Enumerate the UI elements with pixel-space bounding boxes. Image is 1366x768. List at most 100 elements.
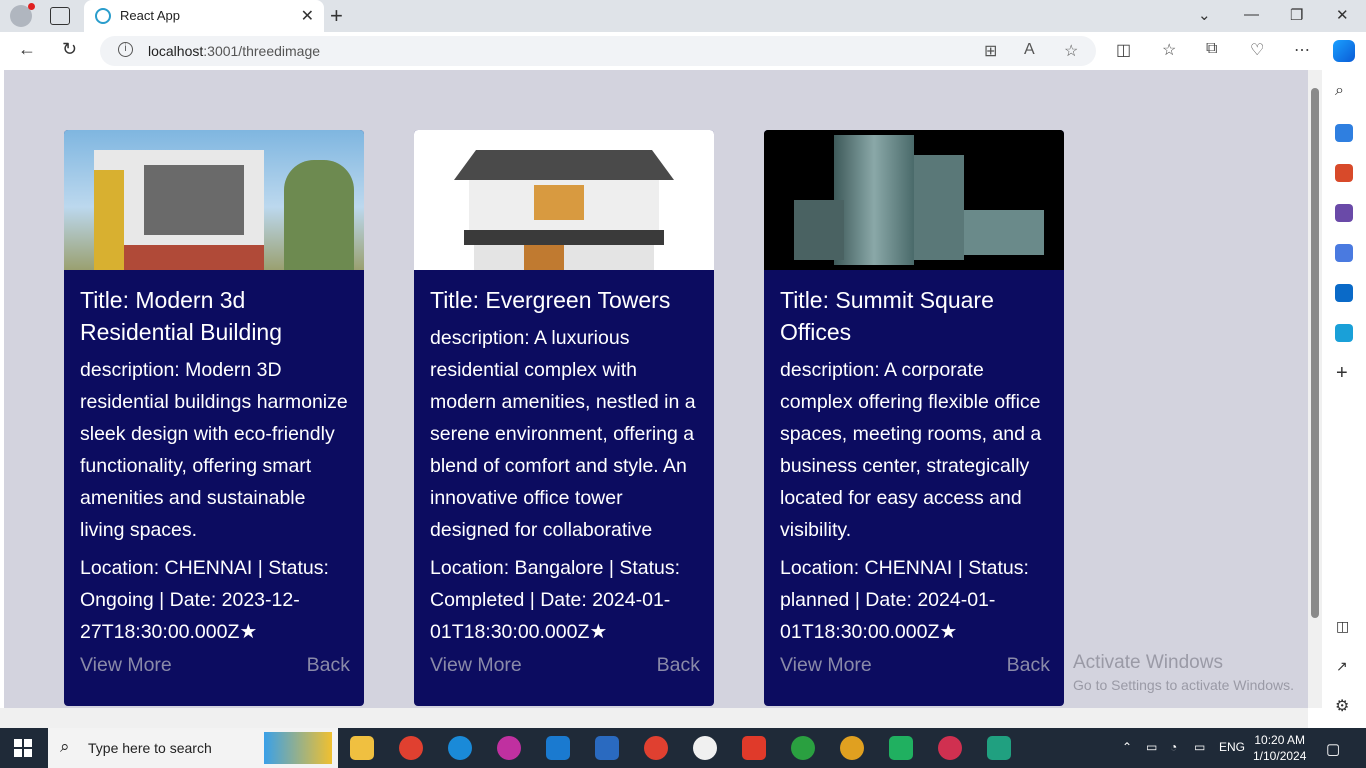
browser-titlebar: React App ✕ + ⌄ — ❐ ✕: [0, 0, 1366, 32]
edge-icon[interactable]: [448, 736, 472, 760]
sidebar-toggle-icon[interactable]: ◫: [1336, 618, 1349, 635]
back-arrow-icon[interactable]: ←: [18, 39, 36, 60]
card-body: Title: Summit Square Offices description…: [780, 284, 1050, 686]
address-bar-row: ← ↻ i localhost:3001/threedimage ⊞ A ☆ ◫…: [0, 32, 1366, 70]
git-icon[interactable]: [742, 736, 766, 760]
wifi-icon[interactable]: ◔: [1170, 740, 1177, 754]
browser-tab[interactable]: React App ✕: [84, 0, 324, 32]
tab-list-chevron-icon[interactable]: ⌄: [1198, 6, 1211, 24]
read-aloud-icon[interactable]: A: [1024, 41, 1035, 59]
card-title: Title: Evergreen Towers: [430, 287, 671, 313]
outlook-icon[interactable]: [1335, 284, 1353, 302]
drop-icon[interactable]: [1335, 324, 1353, 342]
close-window-icon[interactable]: ✕: [1336, 6, 1349, 24]
tab-actions-icon[interactable]: [50, 7, 70, 25]
wps-icon[interactable]: [497, 736, 521, 760]
settings-gear-icon[interactable]: ⚙: [1335, 696, 1349, 716]
clock-time: 10:20 AM: [1254, 733, 1306, 747]
view-more-link[interactable]: View More: [780, 654, 872, 677]
card-meta: Location: Bangalore | Status: Completed …: [430, 557, 681, 643]
card-description: description: A luxurious residential com…: [430, 327, 696, 541]
star-icon[interactable]: ★: [939, 621, 957, 643]
project-image: [64, 130, 364, 270]
notifications-icon[interactable]: ▢: [1326, 740, 1340, 758]
tab-close-icon[interactable]: ✕: [301, 6, 314, 26]
site-info-icon[interactable]: i: [118, 42, 133, 57]
taskbar-clock[interactable]: 10:20 AM 1/10/2024: [1253, 732, 1306, 764]
chrome-profile-icon[interactable]: [644, 736, 668, 760]
store-icon[interactable]: [595, 736, 619, 760]
card-meta: Location: CHENNAI | Status: Ongoing | Da…: [80, 557, 329, 643]
search-highlight-icon: [264, 732, 332, 764]
windows-taskbar: ⌕ Type here to search ⌃ ▭ ◔ ▭ ENG 10:20 …: [0, 728, 1366, 768]
tab-title: React App: [120, 8, 180, 23]
start-windows-icon[interactable]: [14, 739, 32, 757]
open-external-icon[interactable]: ↗: [1336, 658, 1348, 675]
battery-icon[interactable]: ▭: [1194, 740, 1205, 754]
tools-icon[interactable]: [1335, 164, 1353, 182]
chrome-icon[interactable]: [399, 736, 423, 760]
scrollbar-thumb[interactable]: [1311, 88, 1319, 618]
more-menu-icon[interactable]: ⋯: [1294, 40, 1310, 60]
cube-app-icon[interactable]: [889, 736, 913, 760]
card-title: Title: Summit Square Offices: [780, 287, 994, 345]
activate-windows-watermark: Activate Windows Go to Settings to activ…: [1073, 652, 1294, 693]
profile-avatar-icon[interactable]: [10, 3, 35, 27]
back-link[interactable]: Back: [1007, 654, 1050, 677]
watermark-line-2: Go to Settings to activate Windows.: [1073, 677, 1294, 693]
tray-chevron-icon[interactable]: ⌃: [1122, 740, 1132, 754]
view-more-link[interactable]: View More: [80, 654, 172, 677]
vscode-icon[interactable]: [546, 736, 570, 760]
favorite-star-icon[interactable]: ☆: [1064, 41, 1078, 61]
react-favicon-icon: [95, 8, 111, 24]
project-card: Title: Modern 3d Residential Building de…: [64, 130, 364, 706]
card-title: Title: Modern 3d Residential Building: [80, 287, 283, 345]
chrome-m2-icon[interactable]: [938, 736, 962, 760]
view-more-link[interactable]: View More: [430, 654, 522, 677]
app-install-icon[interactable]: ⊞: [984, 41, 997, 61]
box-app-icon[interactable]: [987, 736, 1011, 760]
search-placeholder: Type here to search: [88, 740, 212, 756]
watermark-line-1: Activate Windows: [1073, 652, 1223, 673]
language-indicator[interactable]: ENG: [1219, 740, 1245, 754]
search-icon[interactable]: ⌕: [1335, 82, 1344, 100]
file-explorer-icon[interactable]: [350, 736, 374, 760]
vertical-scrollbar[interactable]: [1308, 70, 1322, 708]
copilot-icon[interactable]: [1333, 40, 1355, 62]
card-meta: Location: CHENNAI | Status: planned | Da…: [780, 557, 1029, 643]
clock-date: 1/10/2024: [1253, 749, 1307, 763]
favorites-icon[interactable]: ☆: [1162, 40, 1176, 60]
url-field[interactable]: i localhost:3001/threedimage ⊞ A ☆: [100, 36, 1096, 66]
edge-sidebar: ⌕ + ◫ ↗ ⚙: [1322, 70, 1366, 728]
project-card: Title: Evergreen Towers description: A l…: [414, 130, 714, 706]
network-icon[interactable]: ▭: [1146, 740, 1157, 754]
search-icon: ⌕: [60, 737, 70, 756]
star-icon[interactable]: ★: [239, 621, 257, 643]
project-image: [414, 130, 714, 270]
card-body: Title: Modern 3d Residential Building de…: [80, 284, 350, 686]
hs-app-icon[interactable]: [693, 736, 717, 760]
games-icon[interactable]: [1335, 204, 1353, 222]
collections-icon[interactable]: ⧉: [1206, 40, 1217, 58]
chrome-m-icon[interactable]: [791, 736, 815, 760]
refresh-icon[interactable]: ↻: [62, 39, 77, 60]
back-link[interactable]: Back: [307, 654, 350, 677]
back-link[interactable]: Back: [657, 654, 700, 677]
new-tab-icon[interactable]: +: [330, 3, 343, 29]
star-icon[interactable]: ★: [589, 621, 607, 643]
project-card: Title: Summit Square Offices description…: [764, 130, 1064, 706]
card-body: Title: Evergreen Towers description: A l…: [430, 284, 700, 686]
restore-icon[interactable]: ❐: [1290, 6, 1303, 24]
add-icon[interactable]: +: [1336, 362, 1348, 385]
taskbar-search-box[interactable]: ⌕ Type here to search: [48, 728, 338, 768]
split-screen-icon[interactable]: ◫: [1116, 40, 1131, 60]
minimize-icon[interactable]: —: [1244, 6, 1259, 23]
shopping-icon[interactable]: [1335, 124, 1353, 142]
project-image: [764, 130, 1064, 270]
horizontal-scrollbar[interactable]: [0, 708, 1308, 728]
chrome-canary-icon[interactable]: [840, 736, 864, 760]
card-description: description: A corporate complex offerin…: [780, 359, 1042, 541]
browser-essentials-icon[interactable]: ♡: [1250, 40, 1264, 60]
url-text: localhost:3001/threedimage: [148, 43, 321, 59]
office-icon[interactable]: [1335, 244, 1353, 262]
